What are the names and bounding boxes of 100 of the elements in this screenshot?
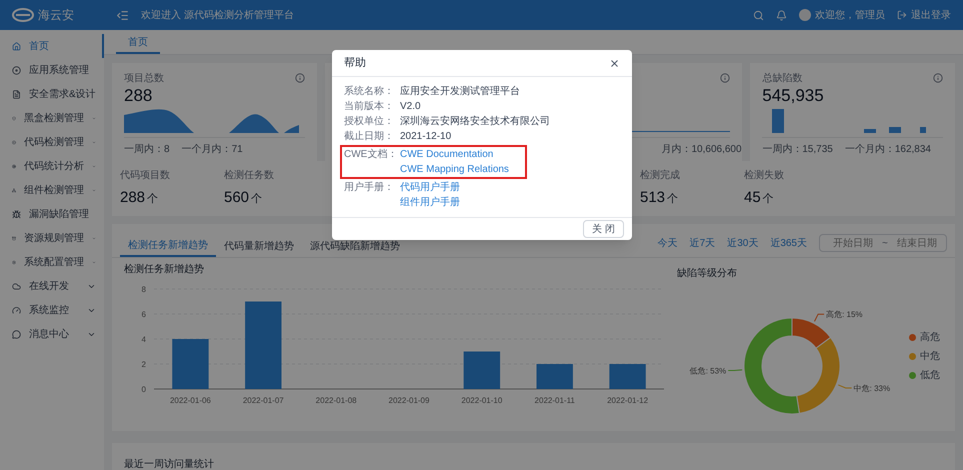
target-icon bbox=[12, 162, 16, 170]
axis-tick-label: 2022-01-08 bbox=[316, 396, 357, 405]
sidebar-item[interactable]: 系统配置管理 bbox=[0, 250, 104, 274]
sidebar-item[interactable]: 系统监控 bbox=[0, 298, 104, 322]
sidebar-item[interactable]: 代码检测管理 bbox=[0, 130, 104, 154]
axis-tick-label: 2022-01-11 bbox=[534, 396, 575, 405]
home-icon bbox=[12, 42, 21, 50]
cloud-icon bbox=[12, 282, 21, 290]
stat-value: 513 bbox=[640, 188, 666, 208]
sidebar-item[interactable]: 安全需求&设计 bbox=[0, 82, 104, 106]
axis-tick-label: 6 bbox=[142, 310, 146, 319]
avatar[interactable] bbox=[799, 9, 811, 21]
axis-tick-label: 0 bbox=[142, 385, 146, 394]
chart-bar bbox=[172, 339, 209, 389]
range-separator: ~ bbox=[882, 236, 888, 250]
help-link[interactable]: 代码用户手册 bbox=[400, 181, 460, 194]
trend-tab[interactable]: 源代码缺陷新增趋势 bbox=[302, 235, 408, 257]
legend-label: 高危 bbox=[920, 330, 940, 344]
stat-unit: 个 bbox=[762, 192, 774, 207]
document-icon bbox=[12, 90, 21, 98]
trend-tab[interactable]: 代码量新增趋势 bbox=[216, 235, 302, 257]
bell-icon[interactable] bbox=[776, 10, 787, 20]
card-value: 545,935 bbox=[762, 85, 825, 107]
info-icon[interactable] bbox=[933, 73, 943, 83]
stat-label: 检测任务数 bbox=[224, 168, 275, 183]
logout-icon bbox=[897, 10, 907, 20]
field-value: 2021-12-10 bbox=[400, 130, 452, 143]
sidebar-item[interactable]: 消息中心 bbox=[0, 322, 104, 346]
leader-line bbox=[838, 384, 852, 388]
dialog-title: 帮助 bbox=[344, 56, 366, 71]
brand-name: 海云安 bbox=[38, 7, 74, 24]
help-link[interactable]: 组件用户手册 bbox=[400, 196, 460, 209]
sidebar-item[interactable]: 应用系统管理 bbox=[0, 58, 104, 82]
trend-tab[interactable]: 检测任务新增趋势 bbox=[120, 235, 216, 257]
welcome-text: 欢迎进入 源代码检测分析管理平台 bbox=[141, 8, 294, 22]
search-icon[interactable] bbox=[753, 10, 764, 20]
field-value: 深圳海云安网络安全技术有限公司 bbox=[400, 115, 550, 128]
network-icon bbox=[12, 186, 16, 194]
stat-value: 45 bbox=[744, 188, 761, 208]
slice-label: 高危: 15% bbox=[826, 310, 863, 320]
legend-label: 低危 bbox=[920, 368, 940, 382]
field-value: V2.0 bbox=[400, 100, 421, 113]
gauge-icon bbox=[12, 306, 21, 314]
field-label: 授权单位： bbox=[344, 115, 395, 128]
stat-value: 288 bbox=[120, 188, 146, 208]
axis-tick-label: 2022-01-07 bbox=[242, 396, 284, 405]
range-link[interactable]: 近365天 bbox=[770, 236, 807, 250]
help-link[interactable]: CWE Documentation bbox=[400, 148, 509, 161]
range-link[interactable]: 今天 bbox=[658, 236, 678, 250]
message-icon bbox=[12, 330, 21, 338]
stat-unit: 个 bbox=[251, 192, 262, 207]
archive-icon bbox=[12, 234, 16, 242]
info-icon[interactable] bbox=[720, 73, 730, 83]
help-link[interactable]: CWE Mapping Relations bbox=[400, 163, 509, 176]
card-title: 项目总数 bbox=[124, 72, 164, 86]
copyright-icon bbox=[12, 138, 16, 146]
range-link[interactable]: 近30天 bbox=[727, 236, 758, 250]
field-label: 当前版本： bbox=[344, 100, 395, 113]
sidebar-item[interactable]: 代码统计分析 bbox=[0, 154, 104, 178]
close-button[interactable]: 关 闭 bbox=[583, 220, 624, 238]
card-footer-text: 一个月内：71 bbox=[182, 142, 243, 157]
axis-tick-label: 4 bbox=[142, 335, 146, 344]
axis-tick-label: 2 bbox=[142, 360, 146, 369]
leader-line bbox=[814, 314, 825, 322]
stat-label: 代码项目数 bbox=[120, 168, 171, 183]
card-value: 288 bbox=[124, 85, 154, 107]
slice-label: 中危: 33% bbox=[854, 384, 890, 393]
page-tab[interactable]: 首页 bbox=[116, 32, 160, 54]
logout-button[interactable]: 退出登录 bbox=[897, 8, 951, 22]
shield-icon bbox=[12, 114, 16, 122]
slice-label: 低危: 53% bbox=[690, 366, 726, 376]
chart-bar bbox=[609, 364, 646, 389]
card-footer-text: 一周内：8 bbox=[124, 142, 170, 157]
axis-tick-label: 2022-01-09 bbox=[388, 396, 430, 405]
field-value: 应用安全开发测试管理平台 bbox=[400, 85, 520, 98]
range-link[interactable]: 近7天 bbox=[690, 236, 716, 250]
start-date-input[interactable]: 开始日期 bbox=[828, 236, 878, 250]
chart-bar bbox=[536, 364, 573, 389]
card-footer-text: 一个月内：162,834 bbox=[844, 142, 931, 157]
close-icon[interactable] bbox=[609, 58, 620, 68]
end-date-input[interactable]: 结束日期 bbox=[892, 236, 942, 250]
chart-title: 缺陷等级分布 bbox=[677, 266, 738, 281]
settings-icon bbox=[12, 258, 16, 266]
stat-label: 检测完成 bbox=[640, 168, 681, 183]
axis-tick-label: 2022-01-12 bbox=[607, 396, 648, 405]
sidebar-item[interactable]: 漏洞缺陷管理 bbox=[0, 202, 104, 226]
card-footer-text: 一周内：15,735 bbox=[762, 142, 833, 157]
stat-value: 560 bbox=[224, 188, 250, 208]
sidebar-item[interactable]: 资源规则管理 bbox=[0, 226, 104, 250]
menu-icon[interactable] bbox=[116, 8, 129, 22]
axis-tick-label: 2022-01-10 bbox=[461, 396, 502, 405]
globe-icon bbox=[12, 66, 21, 74]
chart-title: 检测任务新增趋势 bbox=[124, 262, 205, 277]
sidebar-item[interactable]: 黑盒检测管理 bbox=[0, 106, 104, 130]
field-label: 用户手册： bbox=[344, 181, 395, 195]
sidebar-item[interactable]: 组件检测管理 bbox=[0, 178, 104, 202]
sidebar-item[interactable]: 在线开发 bbox=[0, 274, 104, 298]
axis-tick-label: 8 bbox=[142, 285, 146, 294]
date-range-field[interactable]: 开始日期 ~ 结束日期 bbox=[819, 234, 947, 252]
info-icon[interactable] bbox=[294, 73, 305, 83]
